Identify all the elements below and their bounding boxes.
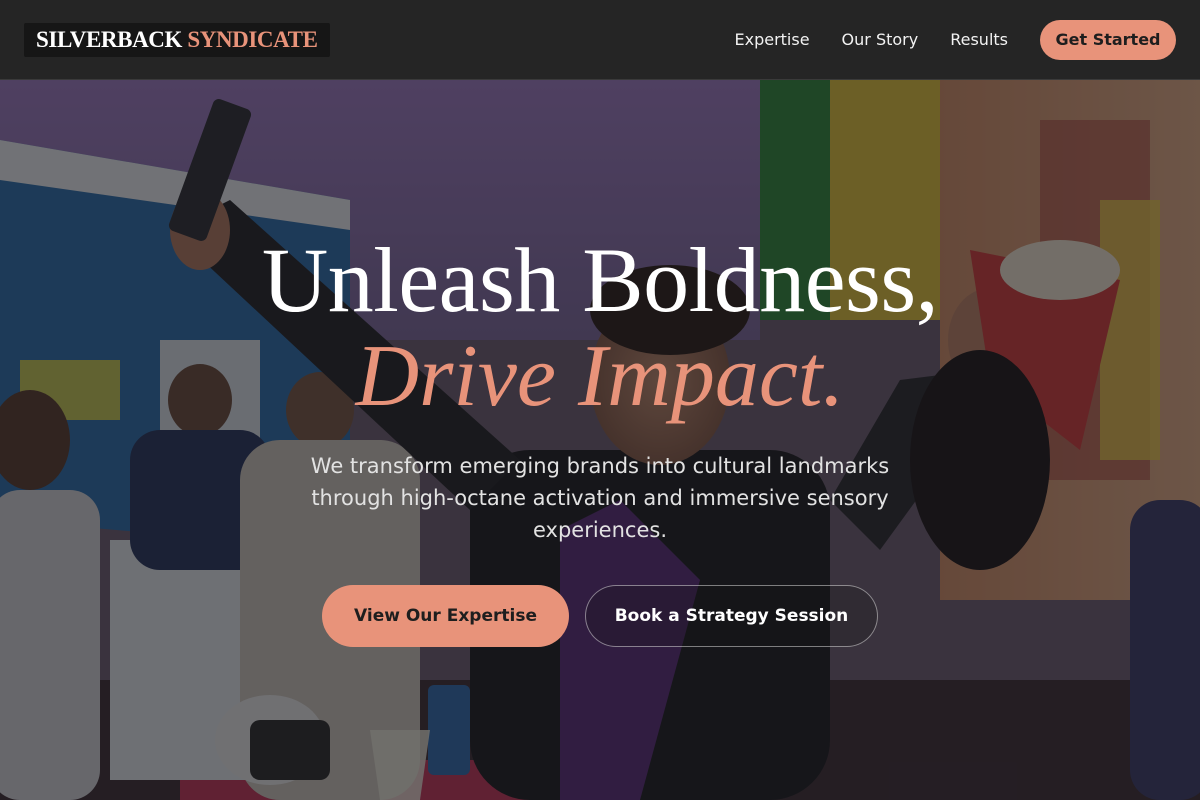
nav-link-expertise[interactable]: Expertise [734, 30, 809, 49]
brand-logo[interactable]: SILVERBACK SYNDICATE [24, 22, 330, 57]
nav-link-our-story[interactable]: Our Story [842, 30, 919, 49]
get-started-button[interactable]: Get Started [1040, 19, 1176, 60]
hero-subheadline: We transform emerging brands into cultur… [310, 454, 890, 542]
view-expertise-button[interactable]: View Our Expertise [322, 585, 569, 647]
top-navbar: SILVERBACK SYNDICATE Expertise Our Story… [0, 0, 1200, 80]
brand-name-part2: SYNDICATE [187, 26, 318, 52]
hero-content: Unleash Boldness, Drive Impact. We trans… [0, 80, 1200, 800]
nav-link-results[interactable]: Results [950, 30, 1008, 49]
hero-headline-line1: Unleash Boldness, [261, 229, 939, 331]
brand-name-part1: SILVERBACK [36, 26, 182, 52]
hero-headline-line2: Drive Impact. [355, 328, 845, 425]
book-strategy-session-button[interactable]: Book a Strategy Session [585, 585, 878, 647]
nav-menu: Expertise Our Story Results Get Started [734, 19, 1176, 60]
